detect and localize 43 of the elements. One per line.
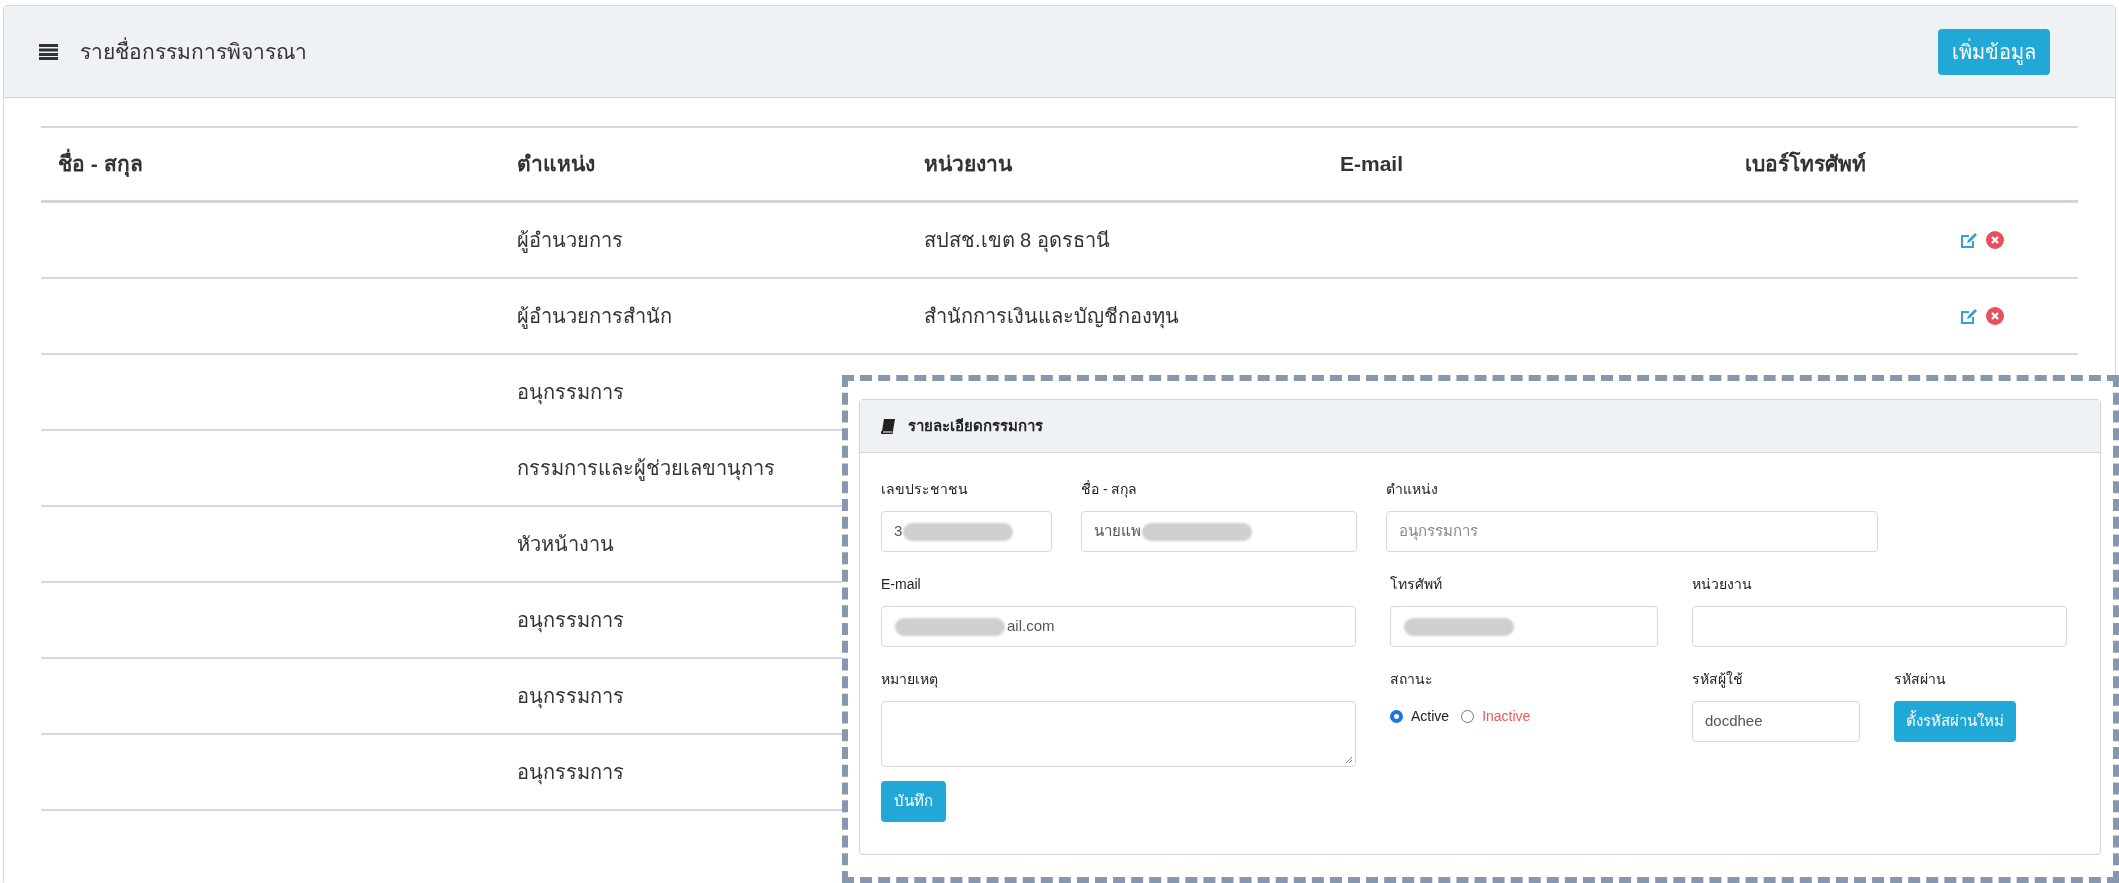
input-field[interactable] <box>1390 606 1658 647</box>
column-header: ตำแหน่ง <box>517 152 595 176</box>
table-cell: ผู้อำนวยการสำนัก <box>517 305 672 327</box>
input-field[interactable]: 3 <box>881 511 1052 552</box>
input-field[interactable]: นายแพ <box>1081 511 1357 552</box>
table-cell: กรรมการและผู้ช่วยเลขานุการ <box>517 457 775 479</box>
field-label: รหัสผ่าน <box>1894 670 1947 689</box>
column-header: E-mail <box>1340 152 1404 176</box>
field-label: รหัสผู้ใช้ <box>1692 670 1744 690</box>
table-cell: อนุกรรมการ <box>517 761 624 783</box>
column-header: หน่วยงาน <box>924 152 1012 176</box>
radio-label: Active <box>1411 706 1450 726</box>
field-label: โทรศัพท์ <box>1390 575 1443 594</box>
field-label: เลขประชาชน <box>881 480 969 499</box>
panel-title: รายชื่อกรรมการพิจารณา <box>80 36 307 65</box>
column-header: เบอร์โทรศัพท์ <box>1745 152 1866 176</box>
field-label: หน่วยงาน <box>1692 575 1753 594</box>
table-cell: หัวหน้างาน <box>517 533 614 555</box>
field-label: E-mail <box>881 575 922 594</box>
edit-icon[interactable] <box>1960 307 1977 325</box>
input-field[interactable] <box>1692 606 2067 647</box>
table-cell: ผู้อำนวยการ <box>517 229 623 251</box>
field-label: ชื่อ - สกุล <box>1081 479 1139 500</box>
table-cell: สปสช.เขต 8 อุดรธานี <box>924 229 1110 251</box>
field-label: สถานะ <box>1390 670 1434 689</box>
delete-icon[interactable] <box>1986 231 2004 249</box>
table-cell: สำนักการเงินและบัญชีกองทุน <box>924 305 1179 327</box>
table-cell: อนุกรรมการ <box>517 685 624 707</box>
resize-handle-icon[interactable] <box>1345 756 1353 764</box>
field-label: ตำแหน่ง <box>1386 480 1439 499</box>
edit-icon[interactable] <box>1960 231 1977 249</box>
book-icon <box>881 418 895 434</box>
table-cell: อนุกรรมการ <box>517 609 624 631</box>
input-field[interactable]: ail.com <box>881 606 1356 647</box>
input-field[interactable]: อนุกรรมการ <box>1386 511 1878 552</box>
input-field[interactable]: docdhee <box>1692 701 1860 742</box>
card-title: รายละเอียดกรรมการ <box>908 415 1043 436</box>
field-label: หมายเหตุ <box>881 670 939 690</box>
menu-icon <box>39 43 58 60</box>
radio-button[interactable] <box>1390 709 1403 723</box>
table-cell: อนุกรรมการ <box>517 381 624 403</box>
delete-icon[interactable] <box>1986 307 2004 325</box>
radio-label: Inactive <box>1482 706 1531 726</box>
